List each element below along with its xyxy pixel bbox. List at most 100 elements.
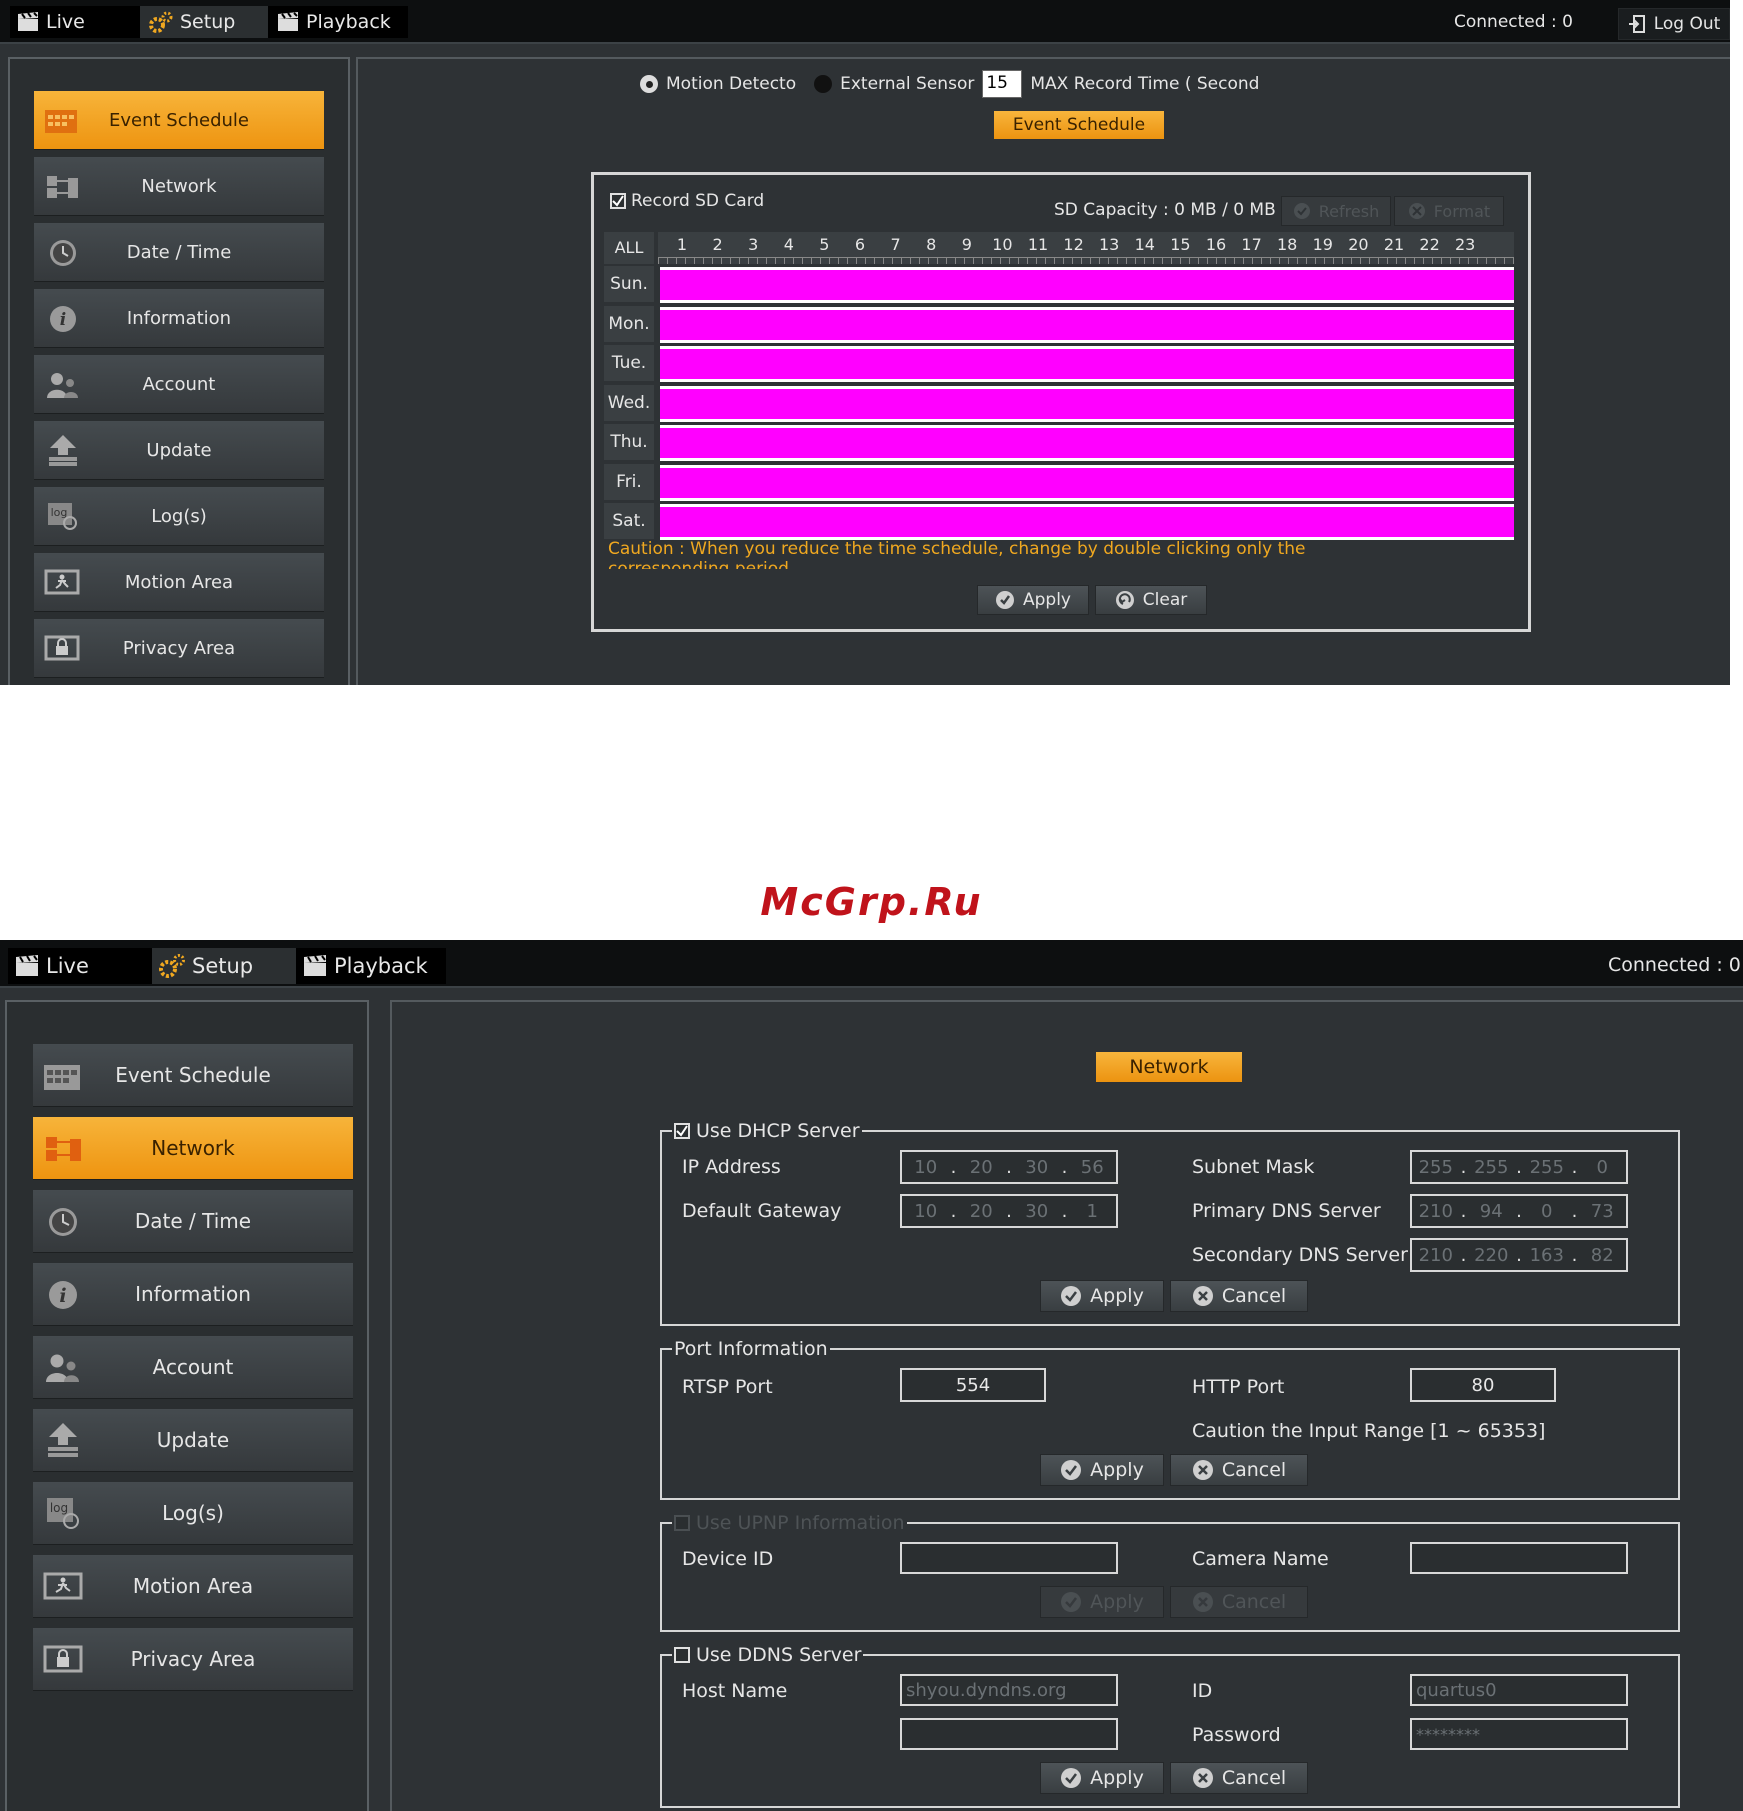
dhcp-cancel-button[interactable]: Cancel [1170, 1280, 1308, 1312]
sidebar-item-label: Update [146, 439, 212, 461]
hour-label[interactable]: 19 [1308, 235, 1338, 254]
upnp-checkbox[interactable] [674, 1515, 690, 1531]
hour-label[interactable]: 20 [1343, 235, 1373, 254]
sidebar-item-network[interactable]: Network [34, 157, 324, 216]
schedule-bar[interactable] [660, 346, 1514, 382]
hour-label[interactable]: 7 [881, 235, 911, 254]
max-record-input[interactable]: 15 [982, 70, 1023, 98]
format-button[interactable]: Format [1394, 196, 1504, 226]
hour-label[interactable]: 11 [1023, 235, 1053, 254]
ddns-cancel-button[interactable]: Cancel [1170, 1762, 1308, 1794]
sidebar-item-account[interactable]: Account [33, 1336, 353, 1399]
subnet-mask-field[interactable]: 255. 255. 255. 0 [1410, 1150, 1628, 1184]
day-label[interactable]: Thu. [604, 424, 654, 460]
sidebar-item-date-time[interactable]: Date / Time [34, 223, 324, 282]
apply-button[interactable]: Apply [977, 585, 1089, 615]
rtsp-port-input[interactable]: 554 [900, 1368, 1046, 1402]
hour-label[interactable]: 13 [1094, 235, 1124, 254]
sidebar-item-event-schedule[interactable]: Event Schedule [34, 91, 324, 150]
primary-dns-field[interactable]: 210. 94. 0. 73 [1410, 1194, 1628, 1228]
hour-label[interactable]: 22 [1415, 235, 1445, 254]
tab-live[interactable]: Live [10, 6, 144, 38]
sidebar-item-event-schedule[interactable]: Event Schedule [33, 1044, 353, 1107]
schedule-bar[interactable] [660, 425, 1514, 461]
schedule-bar[interactable] [660, 464, 1514, 501]
hour-label[interactable]: 5 [809, 235, 839, 254]
ip-address-field[interactable]: 10. 20. 30. 56 [900, 1150, 1118, 1184]
record-sd-checkbox[interactable] [610, 193, 626, 209]
sidebar-item-motion-area[interactable]: Motion Area [33, 1555, 353, 1618]
sidebar-item-information[interactable]: i Information [33, 1263, 353, 1326]
host-name-extra-input[interactable] [900, 1718, 1118, 1750]
schedule-bar[interactable] [660, 504, 1514, 540]
record-sd-option[interactable]: Record SD Card [610, 191, 764, 211]
port-cancel-button[interactable]: Cancel [1170, 1454, 1308, 1486]
gateway-field[interactable]: 10. 20. 30. 1 [900, 1194, 1118, 1228]
tab-live[interactable]: Live [8, 948, 152, 984]
tab-playback[interactable]: Playback [296, 948, 446, 984]
hour-label[interactable]: 14 [1130, 235, 1160, 254]
day-label[interactable]: Tue. [604, 345, 654, 381]
sidebar-item-logs[interactable]: log Log(s) [34, 487, 324, 546]
dhcp-legend: Use DHCP Server [672, 1120, 862, 1142]
clear-button[interactable]: Clear [1095, 585, 1207, 615]
sidebar-item-logs[interactable]: log Log(s) [33, 1482, 353, 1545]
hour-label[interactable]: 3 [738, 235, 768, 254]
dhcp-apply-button[interactable]: Apply [1040, 1280, 1164, 1312]
schedule-bar[interactable] [660, 267, 1514, 303]
camera-name-input[interactable] [1410, 1542, 1628, 1574]
hour-label[interactable]: 6 [845, 235, 875, 254]
ddns-checkbox[interactable] [674, 1647, 690, 1663]
tab-setup[interactable]: Setup [140, 6, 273, 38]
ddns-apply-button[interactable]: Apply [1040, 1762, 1164, 1794]
hour-label[interactable]: 9 [952, 235, 982, 254]
hour-label[interactable]: 15 [1165, 235, 1195, 254]
hour-label[interactable]: 4 [774, 235, 804, 254]
sidebar-item-update[interactable]: Update [34, 421, 324, 480]
hour-label[interactable]: 1 [667, 235, 697, 254]
hour-label[interactable]: 17 [1237, 235, 1267, 254]
upnp-cancel-button[interactable]: Cancel [1170, 1586, 1308, 1618]
day-label[interactable]: Sun. [604, 266, 654, 302]
schedule-bar[interactable] [660, 306, 1514, 343]
hour-label[interactable]: 8 [916, 235, 946, 254]
port-apply-button[interactable]: Apply [1040, 1454, 1164, 1486]
sidebar-item-information[interactable]: i Information [34, 289, 324, 348]
sidebar-item-network[interactable]: Network [33, 1117, 353, 1180]
hour-label[interactable]: 2 [703, 235, 733, 254]
hour-label[interactable]: 12 [1059, 235, 1089, 254]
tab-setup[interactable]: Setup [152, 948, 296, 984]
logout-button[interactable]: Log Out [1618, 8, 1730, 40]
day-label[interactable]: Wed. [604, 384, 654, 421]
select-all-button[interactable]: ALL [604, 232, 654, 264]
secondary-dns-field[interactable]: 210. 220. 163. 82 [1410, 1238, 1628, 1272]
hour-label[interactable]: 10 [987, 235, 1017, 254]
sidebar-item-privacy-area[interactable]: Privacy Area [34, 619, 324, 678]
device-id-input[interactable] [900, 1542, 1118, 1574]
refresh-button[interactable]: Refresh [1281, 196, 1391, 226]
hour-label[interactable]: 21 [1379, 235, 1409, 254]
sidebar-item-motion-area[interactable]: Motion Area [34, 553, 324, 612]
day-label[interactable]: Sat. [604, 503, 654, 539]
radio-motion[interactable] [640, 75, 658, 93]
password-input[interactable]: ******** [1410, 1718, 1628, 1750]
schedule-box: Record SD Card SD Capacity : 0 MB / 0 MB… [591, 172, 1531, 632]
host-name-input[interactable]: shyou.dyndns.org [900, 1674, 1118, 1706]
sidebar-item-date-time[interactable]: Date / Time [33, 1190, 353, 1253]
id-input[interactable]: quartus0 [1410, 1674, 1628, 1706]
hour-label[interactable]: 16 [1201, 235, 1231, 254]
tab-playback[interactable]: Playback [268, 6, 408, 38]
sidebar-item-privacy-area[interactable]: Privacy Area [33, 1628, 353, 1691]
day-label[interactable]: Fri. [604, 463, 654, 500]
dhcp-checkbox[interactable] [674, 1123, 690, 1139]
day-label[interactable]: Mon. [604, 305, 654, 342]
sidebar-item-account[interactable]: Account [34, 355, 324, 414]
sd-capacity: SD Capacity : 0 MB / 0 MB [1054, 200, 1276, 220]
radio-sensor[interactable] [814, 75, 833, 93]
http-port-input[interactable]: 80 [1410, 1368, 1556, 1402]
sidebar-item-update[interactable]: Update [33, 1409, 353, 1472]
hour-label[interactable]: 18 [1272, 235, 1302, 254]
hour-label[interactable]: 23 [1450, 235, 1480, 254]
upnp-apply-button[interactable]: Apply [1040, 1586, 1164, 1618]
schedule-bar[interactable] [660, 385, 1514, 422]
